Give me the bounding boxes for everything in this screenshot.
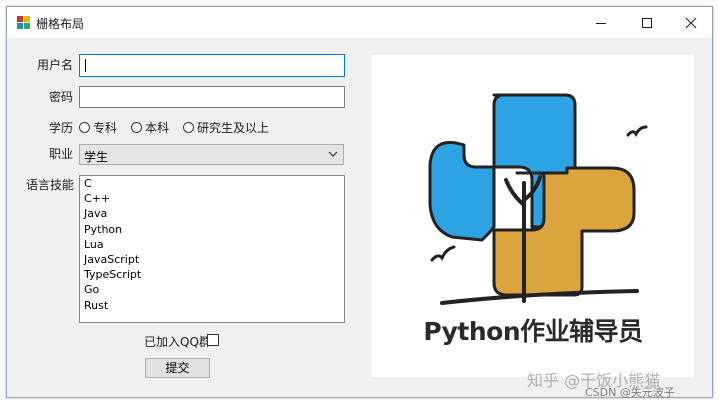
maximize-button[interactable] xyxy=(624,7,670,38)
radio-postgrad[interactable]: 研究生及以上 xyxy=(183,119,269,136)
list-item[interactable]: C xyxy=(80,176,344,191)
logo-ground-line xyxy=(440,289,639,305)
qq-label: 已加入QQ群 xyxy=(144,335,211,349)
list-item[interactable]: C++ xyxy=(80,191,344,206)
csdn-watermark: CSDN @失元波子 xyxy=(585,386,675,399)
radio-zhuanke[interactable]: 专科 xyxy=(79,119,117,136)
list-item[interactable]: Python xyxy=(80,222,344,237)
logo-bird-left xyxy=(430,245,456,262)
chevron-down-icon xyxy=(328,151,338,157)
job-selected-value: 学生 xyxy=(84,150,109,164)
text-caret xyxy=(85,59,86,72)
username-input[interactable] xyxy=(79,54,345,77)
radio-label-benke: 本科 xyxy=(145,121,170,135)
list-item[interactable]: Go xyxy=(80,282,344,297)
window-title: 栅格布局 xyxy=(36,17,85,31)
radio-circle xyxy=(183,122,194,133)
job-label: 职业 xyxy=(49,147,74,161)
minimize-icon xyxy=(596,23,606,24)
app-window: 栅格布局 用户名 密码 学历 专科 本科 研究生及以上 职业 学生 语言技能 C… xyxy=(6,6,713,398)
job-select[interactable]: 学生 xyxy=(79,144,344,165)
list-item[interactable]: JavaScript xyxy=(80,252,344,267)
qq-checkbox[interactable] xyxy=(207,334,219,346)
close-icon xyxy=(685,17,697,29)
minimize-button[interactable] xyxy=(578,7,624,38)
submit-button[interactable]: 提交 xyxy=(145,358,210,378)
radio-label-postgrad: 研究生及以上 xyxy=(197,121,270,135)
list-item[interactable]: TypeScript xyxy=(80,267,344,282)
logo-bird-right xyxy=(626,125,648,137)
python-logo-image: Python作业辅导员 xyxy=(372,55,694,377)
radio-benke[interactable]: 本科 xyxy=(131,119,169,136)
logo-caption: Python作业辅导员 xyxy=(423,317,643,346)
list-item[interactable]: Lua xyxy=(80,237,344,252)
app-icon xyxy=(17,16,31,30)
password-input[interactable] xyxy=(79,86,345,108)
username-label: 用户名 xyxy=(37,58,74,72)
skills-listbox[interactable]: C C++ Java Python Lua JavaScript TypeScript Go R… xyxy=(79,175,345,323)
skills-label: 语言技能 xyxy=(26,178,75,192)
radio-label-zhuanke: 专科 xyxy=(93,121,118,135)
maximize-icon xyxy=(642,18,652,28)
list-item[interactable]: Java xyxy=(80,206,344,221)
close-button[interactable] xyxy=(668,7,714,38)
logo-yellow-shape xyxy=(492,166,636,297)
password-label: 密码 xyxy=(49,90,74,104)
title-bar[interactable]: 栅格布局 xyxy=(7,7,712,38)
education-label: 学历 xyxy=(49,121,74,135)
list-item[interactable]: Rust xyxy=(80,298,344,313)
radio-circle xyxy=(131,122,142,133)
radio-circle xyxy=(79,122,90,133)
